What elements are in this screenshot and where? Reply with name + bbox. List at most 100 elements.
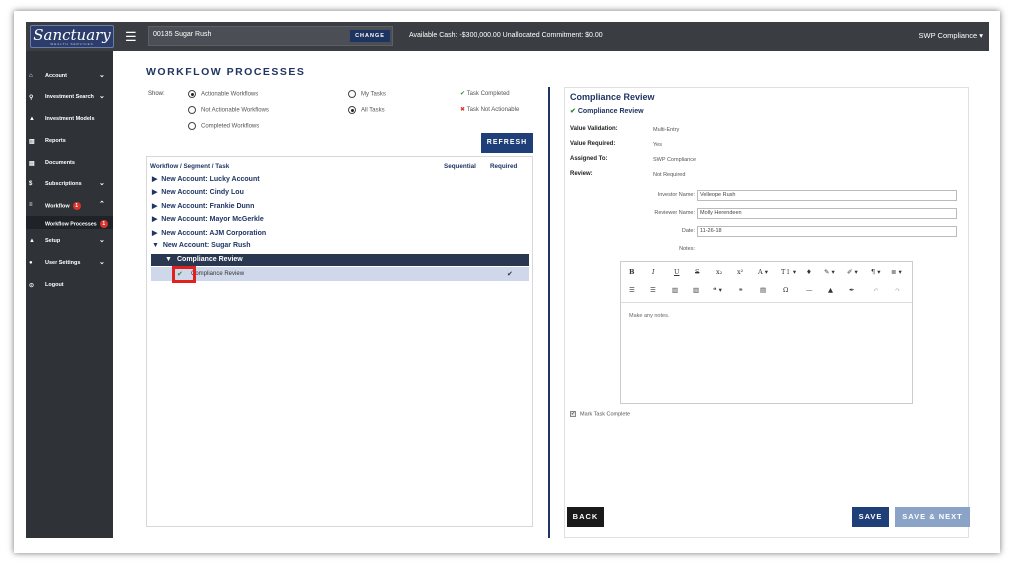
font-color-icon[interactable]: A ▾: [758, 268, 768, 276]
sidebar-item-workflow[interactable]: ≡ Workflow 1 ⌃: [26, 197, 113, 213]
home-icon: ⌂: [29, 73, 33, 79]
workflow-row[interactable]: ▶ New Account: Frankie Dunn: [152, 202, 254, 210]
notes-label: Notes:: [679, 246, 695, 252]
font-size-icon[interactable]: T↕ ▾: [781, 268, 796, 276]
legend-task-not-actionable: ✖ Task Not Actionable: [460, 106, 519, 113]
horizontal-line-icon[interactable]: —: [806, 286, 813, 294]
field-value: Yes: [653, 142, 662, 148]
mark-task-complete-checkbox[interactable]: ✔ Mark Task Complete: [570, 411, 630, 417]
sidebar-item-investment-search[interactable]: ⚲ Investment Search ⌄: [26, 89, 113, 105]
column-header-sequential: Sequential: [444, 163, 476, 170]
sidebar-item-user-settings[interactable]: ● User Settings ⌄: [26, 255, 113, 271]
sidebar-item-label: Workflow 1: [45, 202, 81, 210]
back-button[interactable]: BACK: [567, 507, 604, 527]
user-settings-icon: ●: [29, 260, 33, 266]
sidebar-item-label: Reports: [45, 138, 66, 144]
workflow-row[interactable]: ▶ New Account: Lucky Account: [152, 175, 260, 183]
radio-label: Actionable Workflows: [201, 91, 259, 98]
investor-name-field[interactable]: Velleope Rush: [697, 190, 957, 201]
radio-label: All Tasks: [361, 107, 385, 114]
date-field[interactable]: 11-26-18: [697, 226, 957, 237]
save-and-next-button[interactable]: SAVE & NEXT: [895, 507, 970, 527]
superscript-icon[interactable]: x²: [737, 268, 743, 276]
clear-format-icon[interactable]: ✒: [849, 286, 854, 294]
subscript-icon[interactable]: x₂: [716, 268, 722, 276]
checkmark-icon: ✔: [460, 91, 466, 97]
sanctuary-logo[interactable]: Sanctuary WEALTH SERVICES: [30, 25, 114, 48]
sidebar-item-logout[interactable]: ⊙ Logout: [26, 277, 113, 293]
my-tasks-radio[interactable]: My Tasks: [348, 90, 386, 98]
panel-title: Compliance Review: [570, 92, 655, 102]
sidebar-item-label: Documents: [45, 160, 75, 166]
workflow-processes-label: Workflow Processes: [45, 221, 97, 228]
sidebar-item-label: User Settings: [45, 260, 81, 266]
date-label: Date:: [681, 228, 695, 234]
change-account-button[interactable]: CHANGE: [350, 30, 390, 42]
task-row[interactable]: ✔ Compliance Review ✔: [151, 267, 529, 281]
workflow-name: New Account: Lucky Account: [161, 176, 260, 183]
sidebar-item-setup[interactable]: ▲ Setup ⌄: [26, 233, 113, 249]
required-checkmark-icon: ✔: [507, 271, 513, 278]
checkbox-label: Mark Task Complete: [580, 411, 631, 418]
panel-subtitle: ✔ Compliance Review: [570, 107, 644, 115]
undo-icon[interactable]: ↶: [873, 286, 878, 294]
quote-icon[interactable]: ❝ ▾: [713, 286, 722, 294]
align-icon[interactable]: ≣ ▾: [891, 268, 902, 276]
field-value: SWP Compliance: [653, 157, 696, 163]
workflow-name: New Account: Frankie Dunn: [161, 203, 255, 210]
filter-actionable-radio[interactable]: Actionable Workflows: [188, 90, 258, 98]
workflow-name: New Account: AJM Corporation: [161, 230, 267, 237]
strikethrough-icon[interactable]: S: [695, 268, 699, 276]
workflow-row-expanded[interactable]: ▼ New Account: Sugar Rush: [152, 242, 250, 249]
hamburger-menu-icon[interactable]: ☰: [125, 29, 137, 45]
notes-editor-body[interactable]: Make any notes.: [621, 302, 912, 403]
radio-icon: [188, 122, 196, 130]
workflow-row[interactable]: ▶ New Account: Mayor McGerkle: [152, 215, 264, 223]
investor-name-label: Investor Name:: [657, 192, 695, 198]
sidebar-item-reports[interactable]: ▥ Reports: [26, 133, 113, 149]
panel-divider: [548, 87, 550, 538]
indent-icon[interactable]: ▥: [693, 286, 699, 294]
paragraph-icon[interactable]: ¶ ▾: [871, 268, 880, 276]
legend-task-completed: ✔ Task Completed: [460, 90, 510, 97]
sidebar-item-investment-models[interactable]: ▲ Investment Models: [26, 111, 113, 127]
bold-icon[interactable]: B: [629, 268, 635, 276]
segment-row[interactable]: ▼ Compliance Review: [151, 254, 529, 266]
reviewer-name-field[interactable]: Molly Herendeen: [697, 208, 957, 219]
filter-completed-radio[interactable]: Completed Workflows: [188, 122, 259, 130]
sidebar-subitem-workflow-processes[interactable]: Workflow Processes 1: [26, 216, 113, 229]
refresh-button[interactable]: REFRESH: [481, 133, 533, 153]
sidebar-item-documents[interactable]: ▤ Documents: [26, 155, 113, 171]
all-tasks-radio[interactable]: All Tasks: [348, 106, 385, 114]
paragraph-format-icon[interactable]: ♦: [806, 268, 812, 276]
expand-arrow-icon: ▶: [152, 203, 158, 210]
link-icon[interactable]: ⚭: [738, 286, 743, 294]
workflow-label: Workflow: [45, 203, 70, 210]
highlight-color-icon[interactable]: ✎ ▾: [824, 268, 835, 276]
notes-placeholder: Make any notes.: [629, 313, 670, 319]
field-value: Multi-Entry: [653, 127, 680, 133]
outdent-icon[interactable]: ▥: [672, 286, 678, 294]
sidebar-item-account[interactable]: ⌂ Account ⌄: [26, 68, 113, 84]
bulleted-list-icon[interactable]: ☰: [629, 286, 635, 294]
filter-not-actionable-radio[interactable]: Not Actionable Workflows: [188, 106, 269, 114]
numbered-list-icon[interactable]: ☰: [650, 286, 656, 294]
sidebar-item-subscriptions[interactable]: $ Subscriptions ⌄: [26, 176, 113, 192]
task-name: Compliance Review: [191, 271, 245, 277]
save-button[interactable]: SAVE: [852, 507, 889, 527]
cursor-icon[interactable]: ▲: [828, 286, 833, 294]
italic-icon[interactable]: I: [652, 268, 655, 276]
radio-label: Not Actionable Workflows: [201, 107, 269, 114]
user-menu[interactable]: SWP Compliance ▾: [919, 31, 983, 40]
workflow-row[interactable]: ▶ New Account: Cindy Lou: [152, 188, 244, 196]
account-selector[interactable]: 00135 Sugar Rush CHANGE: [148, 26, 393, 46]
table-icon[interactable]: ▤: [760, 286, 766, 294]
segment-name: Compliance Review: [177, 256, 243, 263]
pen-icon[interactable]: ✐ ▾: [847, 268, 858, 276]
setup-icon: ▲: [29, 238, 35, 244]
workflow-row[interactable]: ▶ New Account: AJM Corporation: [152, 229, 266, 237]
redo-icon[interactable]: ↷: [895, 286, 900, 294]
legend-label: Task Not Actionable: [466, 107, 520, 113]
special-character-icon[interactable]: Ω: [783, 286, 788, 294]
underline-icon[interactable]: U: [674, 268, 679, 276]
